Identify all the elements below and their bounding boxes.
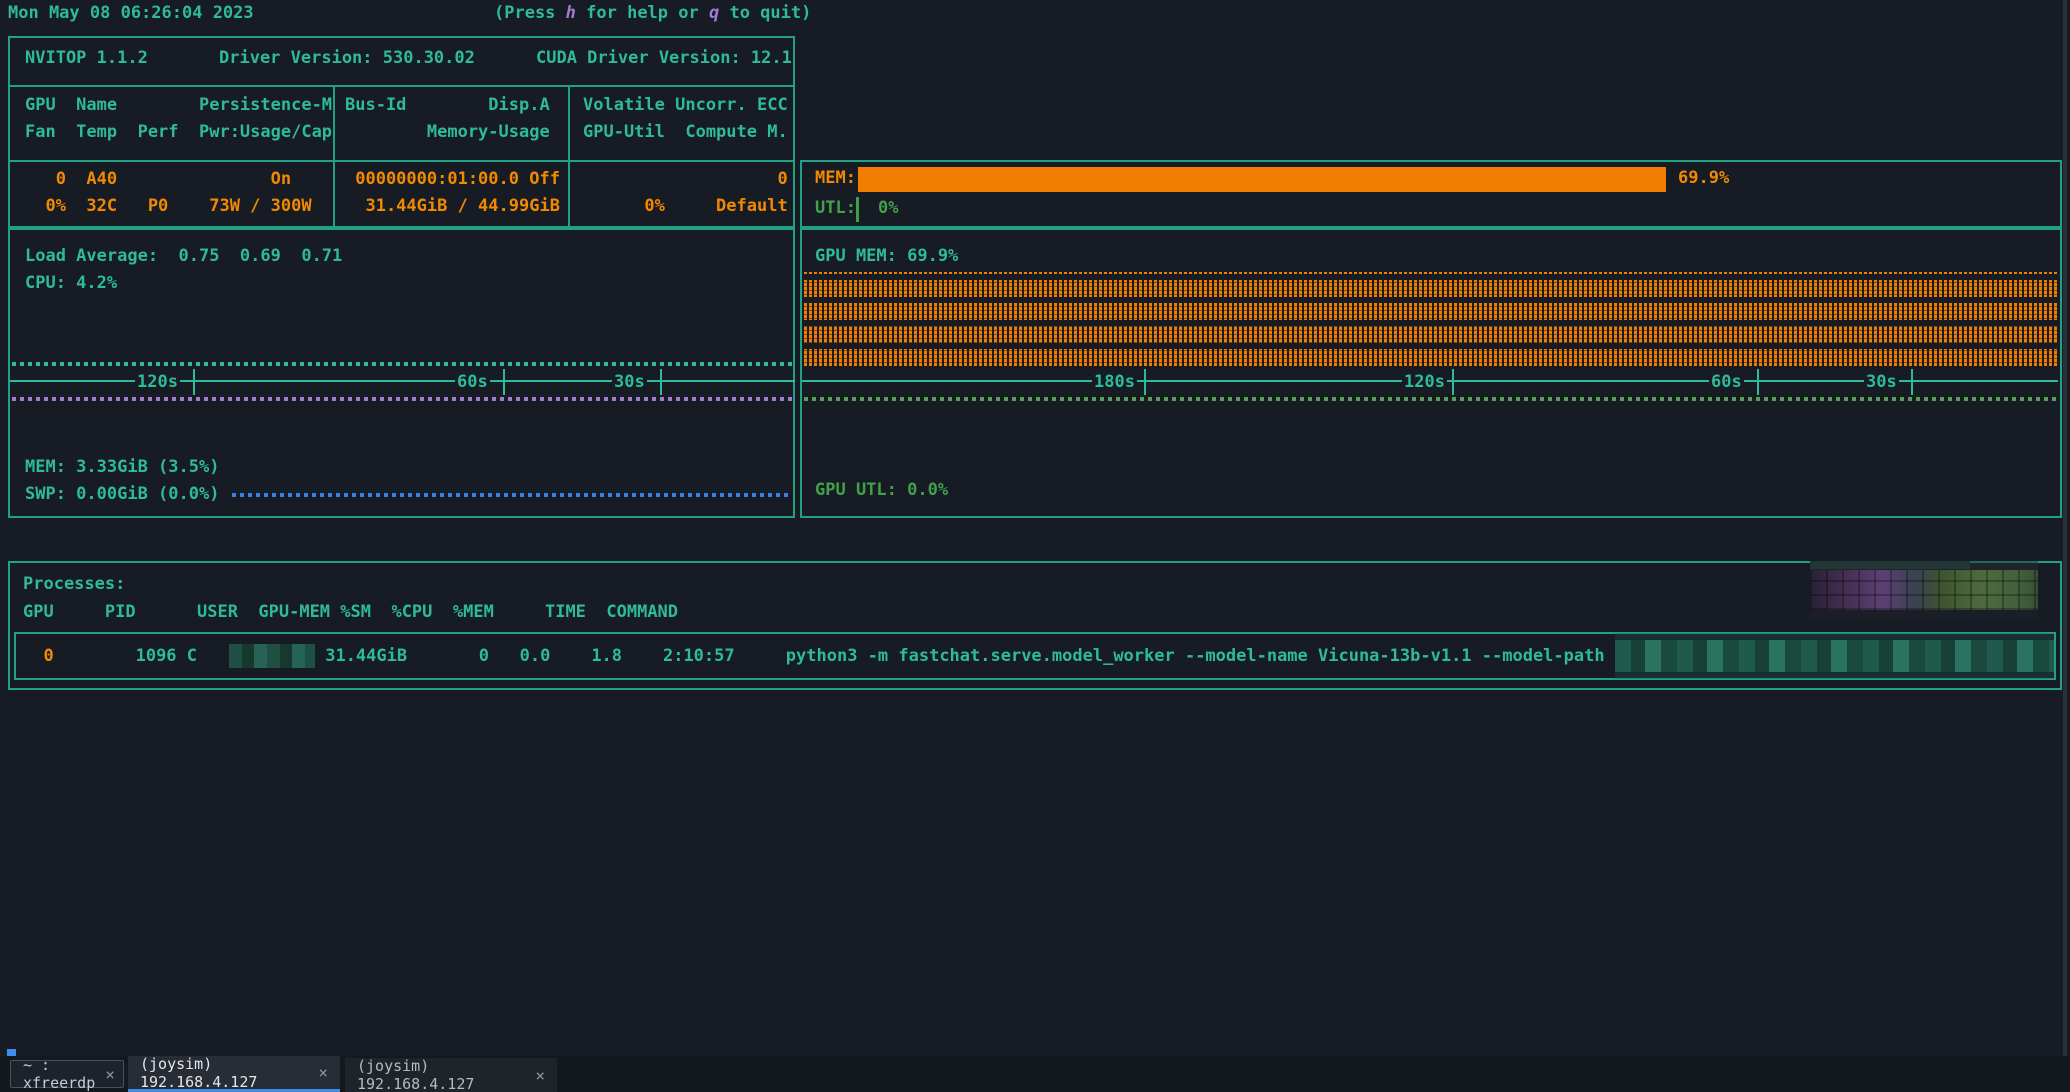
process-gpu-index: 0 — [23, 646, 54, 666]
gpu-row-col1-line2: 0% 32C P0 73W / 300W — [25, 194, 312, 218]
gpu-mem-history-graph — [804, 272, 2058, 366]
gpu-axis-tick-60s — [1757, 369, 1759, 395]
tab-joysim-1-label: (joysim) 192.168.4.127 — [140, 1055, 308, 1091]
redacted-model-path-block — [1615, 640, 2054, 672]
table-header-col2-line2: Memory-Usage — [345, 120, 550, 144]
gpu-axis-label-120s: 120s — [1402, 370, 1447, 394]
mem-gauge-value: 69.9% — [1678, 166, 1729, 190]
app-title: NVITOP 1.1.2 — [25, 46, 148, 70]
process-row[interactable]: 0 1096 C 31.44GiB 0 0.0 1.8 2:10:57 pyth… — [16, 634, 2054, 678]
load-average-text: Load Average: 0.75 0.69 0.71 — [25, 244, 342, 268]
table-header-col3-line1: Volatile Uncorr. ECC — [583, 93, 788, 117]
gpu-axis-label-180s: 180s — [1092, 370, 1137, 394]
gpu-mem-title: GPU MEM: 69.9% — [815, 244, 958, 268]
mem-history-graph — [12, 397, 793, 401]
host-axis-tick-30s — [660, 369, 662, 395]
host-mem-text: MEM: 3.33GiB (3.5%) — [25, 455, 219, 479]
gpu-row-col1-line1: 0 A40 On — [25, 167, 291, 191]
table-header-col1-line2: Fan Temp Perf Pwr:Usage/Cap — [25, 120, 332, 144]
redacted-host-strip — [1810, 561, 1970, 569]
host-axis-label-120s: 120s — [135, 370, 180, 394]
host-axis-label-30s: 30s — [612, 370, 647, 394]
help-middle: for help or — [576, 3, 709, 23]
terminal-scrollbar[interactable] — [2063, 0, 2067, 1056]
help-suffix: to quit) — [719, 3, 811, 23]
cpu-history-graph — [12, 362, 793, 366]
gpu-axis-tick-180s — [1144, 369, 1146, 395]
table-header-col1-line1: GPU Name Persistence-M — [25, 93, 332, 117]
driver-version: Driver Version: 530.30.02 — [219, 46, 475, 70]
process-pid-type: 1096 C — [54, 646, 197, 666]
help-hint: (Press h for help or q to quit) — [494, 1, 811, 25]
redacted-user-block — [229, 644, 315, 668]
mem-gauge-label: MEM: — [815, 166, 856, 190]
gpu-row-col3-line2: 0% Default — [583, 194, 788, 218]
processes-columns-header: GPU PID USER GPU-MEM %SM %CPU %MEM TIME … — [23, 600, 678, 624]
device-column-separator-1 — [333, 85, 335, 228]
tab-joysim-1[interactable]: (joysim) 192.168.4.127 × — [128, 1056, 340, 1092]
process-command: python3 -m fastchat.serve.model_worker -… — [786, 646, 1615, 666]
tab-xfreerdp[interactable]: ~ : xfreerdp × — [10, 1060, 124, 1088]
terminal-tab-bar: ~ : xfreerdp × (joysim) 192.168.4.127 × … — [0, 1056, 2070, 1092]
gpu-time-axis: 180s 120s 60s 30s — [802, 368, 2058, 396]
redacted-host-block — [1810, 570, 2038, 610]
tab-joysim-2-close-icon[interactable]: × — [535, 1066, 545, 1085]
tab-xfreerdp-close-icon[interactable]: × — [105, 1065, 115, 1084]
device-panel-divider-1 — [8, 85, 795, 87]
host-axis-tick-120s — [193, 369, 195, 395]
help-key-h: h — [566, 3, 576, 23]
device-column-separator-2 — [568, 85, 570, 228]
help-key-q: q — [709, 3, 719, 23]
help-prefix: (Press — [494, 3, 566, 23]
gpu-row-col2-line1: 00000000:01:00.0 Off — [345, 167, 560, 191]
gpu-axis-tick-30s — [1911, 369, 1913, 395]
tab-xfreerdp-label: ~ : xfreerdp — [23, 1056, 95, 1092]
tab-joysim-2-label: (joysim) 192.168.4.127 — [357, 1057, 525, 1092]
host-swap-text: SWP: 0.00GiB (0.0%) — [25, 482, 219, 506]
host-axis-line — [10, 380, 795, 382]
processes-title: Processes: — [23, 572, 125, 596]
gpu-utl-history-graph — [804, 397, 2058, 401]
nvitop-terminal: Mon May 08 06:26:04 2023 (Press h for he… — [0, 0, 2070, 1092]
gpu-axis-label-30s: 30s — [1864, 370, 1899, 394]
host-time-axis: 120s 60s 30s — [10, 368, 795, 396]
host-axis-tick-60s — [503, 369, 505, 395]
utl-gauge-value: 0% — [878, 196, 898, 220]
gpu-row-col3-line1: 0 — [583, 167, 788, 191]
table-header-col3-line2: GPU-Util Compute M. — [583, 120, 788, 144]
table-header-col2-line1: Bus-Id Disp.A — [345, 93, 550, 117]
mem-gauge-bar — [858, 167, 1666, 192]
cpu-percent-text: CPU: 4.2% — [25, 271, 117, 295]
cuda-version: CUDA Driver Version: 12.1 — [536, 46, 792, 70]
gpu-utl-title: GPU UTL: 0.0% — [815, 478, 948, 502]
gpu-axis-label-60s: 60s — [1709, 370, 1744, 394]
gpu-axis-tick-120s — [1452, 369, 1454, 395]
swap-history-graph — [232, 493, 792, 497]
device-panel-divider-2 — [8, 160, 795, 162]
tab-joysim-2[interactable]: (joysim) 192.168.4.127 × — [345, 1058, 557, 1092]
host-axis-label-60s: 60s — [455, 370, 490, 394]
clock-text: Mon May 08 06:26:04 2023 — [8, 1, 254, 25]
gpu-row-col2-line2: 31.44GiB / 44.99GiB — [345, 194, 560, 218]
utl-gauge-label: UTL: — [815, 196, 856, 220]
tab-joysim-1-close-icon[interactable]: × — [318, 1063, 328, 1082]
utl-gauge-bar — [856, 197, 859, 222]
process-stats: 31.44GiB 0 0.0 1.8 2:10:57 — [315, 646, 786, 666]
